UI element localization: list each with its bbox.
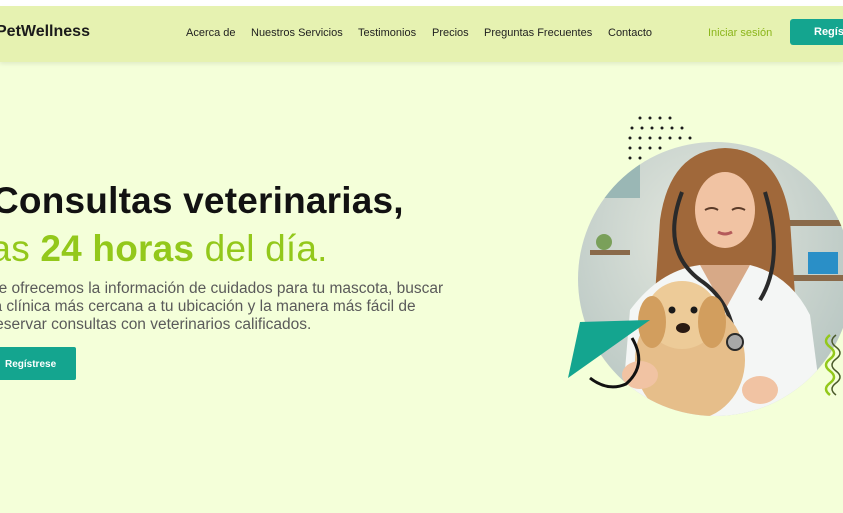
hero-title-line1: Consultas veterinarias,	[0, 180, 404, 221]
brand-logo[interactable]: PetWellness	[0, 23, 90, 41]
navbar: PetWellness Acerca de Nuestros Servicios…	[0, 6, 843, 62]
hero-title-line2: las 24 horas del día.	[0, 228, 328, 270]
nav-link-servicios[interactable]: Nuestros Servicios	[251, 27, 343, 39]
hero-description-line: la clínica más cercana a tu ubicación y …	[0, 298, 416, 315]
register-button-hero[interactable]: Regístrese	[0, 347, 76, 380]
hero-description-line: reservar consultas con veterinarios cali…	[0, 316, 312, 333]
hero-description-line: Le ofrecemos la información de cuidados …	[0, 280, 444, 297]
vet-with-puppy-image	[568, 116, 843, 416]
nav-link-precios[interactable]: Precios	[432, 27, 469, 39]
nav-link-testimonios[interactable]: Testimonios	[358, 27, 416, 39]
login-link[interactable]: Iniciar sesión	[708, 27, 772, 39]
nav-link-contacto[interactable]: Contacto	[608, 27, 652, 39]
nav-link-faq[interactable]: Preguntas Frecuentes	[484, 27, 592, 39]
hero-title-highlight: 24 horas	[29, 228, 195, 269]
register-button-header[interactable]: Regístrese	[790, 19, 843, 45]
hero-description: Le ofrecemos la información de cuidados …	[0, 280, 520, 334]
nav-link-acerca[interactable]: Acerca de	[186, 27, 236, 39]
hero-title-prefix: las	[0, 228, 30, 269]
hero-illustration	[560, 110, 843, 430]
hero-title-suffix: del día.	[194, 228, 328, 269]
